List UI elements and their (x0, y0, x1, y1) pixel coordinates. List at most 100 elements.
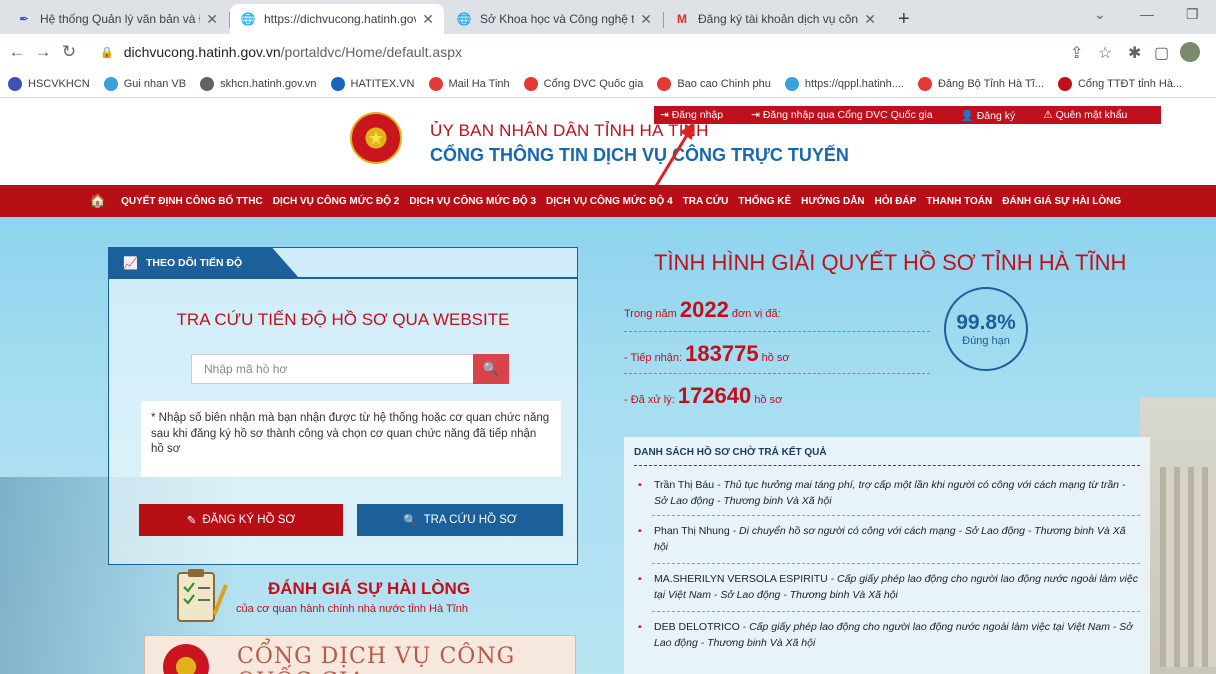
bookmark-item[interactable]: Bao cao Chinh phu (657, 76, 771, 91)
profile-avatar-icon[interactable] (1180, 42, 1200, 62)
bookmark-item[interactable]: https://qppl.hatinh.... (784, 76, 904, 91)
main-nav-item[interactable]: ĐÁNH GIÁ SỰ HÀI LÒNG (1002, 196, 1121, 207)
login-national-label: Đăng nhập qua Cổng DVC Quốc gia (762, 109, 933, 121)
stats-received-line: - Tiếp nhận: 183775 hồ sơ (624, 341, 790, 367)
tracking-panel-divider (109, 277, 577, 279)
browser-tab[interactable]: ✒ Hệ thống Quản lý văn bản và Điề ✕ (6, 4, 228, 34)
close-tab-icon[interactable]: ✕ (864, 11, 876, 28)
national-portal-title: CỔNG DỊCH VỤ CÔNG QUỐC GIA (237, 644, 516, 674)
processed-unit: hồ sơ (754, 394, 783, 406)
bookmark-label: HSCVKHCN (28, 77, 90, 90)
tab-search-icon[interactable]: ⌄ (1094, 6, 1106, 23)
register-record-label: ĐĂNG KÝ HỒ SƠ (202, 514, 296, 526)
register-link[interactable]: 👤 Đăng ký (961, 109, 1030, 122)
main-nav-item[interactable]: HƯỚNG DẪN (801, 196, 865, 207)
main-nav-item[interactable]: HỎI ĐÁP (875, 196, 917, 207)
search-icon: 🔍 (482, 361, 500, 376)
bookmark-item[interactable]: skhcn.hatinh.gov.vn (200, 76, 317, 91)
search-button[interactable]: 🔍 (473, 354, 509, 384)
stats-heading: TÌNH HÌNH GIẢI QUYẾT HỒ SƠ TỈNH HÀ TĨNH (654, 250, 1127, 275)
tab-title: Sở Khoa học và Công nghệ tỉnh H (480, 12, 635, 26)
bookmark-star-icon[interactable]: ☆ (1098, 43, 1112, 63)
close-tab-icon[interactable]: ✕ (206, 11, 218, 28)
national-dvc-portal-banner[interactable]: CỔNG DỊCH VỤ CÔNG QUỐC GIA (144, 635, 576, 674)
main-nav-item[interactable]: THỐNG KÊ (738, 196, 791, 207)
results-title-divider (634, 465, 1140, 466)
satisfaction-survey-banner[interactable]: ĐÁNH GIÁ SỰ HÀI LÒNG của cơ quan hành ch… (170, 565, 570, 635)
back-icon[interactable]: ← (4, 42, 30, 62)
address-bar[interactable]: 🔒 dichvucong.hatinh.gov.vn /portaldvc/Ho… (100, 37, 1060, 67)
national-emblem-logo (163, 644, 209, 674)
close-tab-icon[interactable]: ✕ (422, 11, 434, 28)
list-item[interactable]: • MA.SHERILYN VERSOLA ESPIRITU - Cấp giấy… (638, 571, 1138, 604)
national-emblem-logo[interactable]: ★ (350, 112, 402, 164)
bookmark-item[interactable]: HATITEX.VN (330, 76, 415, 91)
register-record-button[interactable]: ✎ ĐĂNG KÝ HỒ SƠ (139, 504, 343, 536)
processed-count: 172640 (677, 383, 752, 408)
minimize-icon[interactable]: — (1140, 6, 1154, 22)
main-nav-item[interactable]: DỊCH VỤ CÔNG MỨC ĐỘ 3 (409, 196, 536, 207)
tracking-panel-tab[interactable]: 📈 THEO DÕI TIẾN ĐỘ (109, 248, 299, 278)
feather-icon: ✒ (18, 12, 30, 26)
year-suffix: đơn vị đã: (731, 308, 781, 320)
list-divider (652, 515, 1140, 516)
main-nav-item[interactable]: DỊCH VỤ CÔNG MỨC ĐỘ 2 (273, 196, 400, 207)
browser-tab-active[interactable]: 🌐 https://dichvucong.hatinh.gov.vn ✕ (230, 4, 444, 34)
red-arrow-annotation (654, 122, 694, 187)
browser-tab[interactable]: 🌐 Sở Khoa học và Công nghệ tỉnh H ✕ (446, 4, 662, 34)
bookmark-favicon-icon (917, 76, 932, 91)
dotted-divider (624, 331, 930, 332)
reload-icon[interactable]: ↻ (56, 42, 82, 62)
browser-tab[interactable]: M Đăng ký tài khoản dịch vụ công t ✕ (664, 4, 886, 34)
forward-icon[interactable]: → (30, 42, 56, 62)
home-icon[interactable]: 🏠 (90, 193, 106, 209)
main-nav-item[interactable]: THANH TOÁN (926, 196, 992, 207)
stats-processed-line: - Đã xử lý: 172640 hồ sơ (624, 383, 782, 409)
bookmark-item[interactable]: Cổng TTĐT tỉnh Hà... (1057, 76, 1183, 91)
bullet-icon: • (638, 479, 642, 491)
bullet-icon: • (638, 573, 642, 585)
main-nav-item[interactable]: QUYẾT ĐỊNH CÔNG BỐ TTHC (121, 196, 263, 207)
main-nav-item[interactable]: TRA CỨU (683, 196, 729, 207)
stats-year-line: Trong năm 2022 đơn vị đã: (624, 297, 781, 323)
tracking-title: TRA CỨU TIẾN ĐỘ HỒ SƠ QUA WEBSITE (176, 310, 510, 329)
url-domain: dichvucong.hatinh.gov.vn (123, 44, 281, 60)
on-time-rate-badge: 99.8% Đúng hạn (944, 287, 1028, 371)
received-count: 183775 (685, 341, 759, 366)
list-item[interactable]: • Trần Thị Báu - Thủ tục hưởng mai táng p… (638, 477, 1138, 510)
applicant-name: DEB DELOTRICO (654, 621, 740, 633)
survey-title: ĐÁNH GIÁ SỰ HÀI LÒNG (268, 579, 471, 598)
side-panel-icon[interactable]: ▢ (1154, 43, 1169, 63)
bookmark-item[interactable]: HSCVKHCN (8, 76, 90, 91)
new-tab-icon[interactable]: + (898, 8, 910, 31)
list-divider (652, 563, 1140, 564)
bookmark-label: Cổng TTĐT tỉnh Hà... (1077, 77, 1183, 90)
restore-icon[interactable]: ❐ (1186, 6, 1199, 23)
clipboard-checklist-icon (177, 569, 228, 622)
main-nav-item[interactable]: DỊCH VỤ CÔNG MỨC ĐỘ 4 (546, 196, 673, 207)
lookup-record-button[interactable]: 🔍 TRA CỨU HỒ SƠ (357, 504, 563, 536)
share-icon[interactable]: ⇪ (1070, 43, 1083, 63)
forgot-label: Quên mật khẩu (1055, 109, 1128, 121)
list-item[interactable]: • Phan Thị Nhung - Di chuyển hồ sơ người … (638, 523, 1138, 556)
forgot-password-link[interactable]: ⚠ Quên mật khẩu (1043, 109, 1141, 121)
browser-tab-bar: ✒ Hệ thống Quản lý văn bản và Điề ✕ 🌐 ht… (0, 0, 1216, 34)
site-title-line2: CỔNG THÔNG TIN DỊCH VỤ CÔNG TRỰC TUYẾN (430, 145, 849, 165)
bookmark-item[interactable]: Cổng DVC Quốc gia (523, 76, 644, 91)
applicant-name: MA.SHERILYN VERSOLA ESPIRITU (654, 573, 828, 585)
bookmark-item[interactable]: Đảng Bộ Tỉnh Hà Tĩ... (917, 76, 1044, 91)
register-label: Đăng ký (976, 109, 1016, 122)
extensions-icon[interactable]: ✱ (1128, 43, 1141, 63)
close-tab-icon[interactable]: ✕ (640, 11, 652, 28)
bookmark-item[interactable]: Mail Ha Tinh (428, 76, 510, 91)
lock-icon[interactable]: 🔒 (100, 46, 114, 59)
bookmark-item[interactable]: Gui nhan VB (103, 76, 186, 91)
search-icon: 🔍 (403, 515, 418, 527)
login-national-link[interactable]: ⇥ Đăng nhập qua Cổng DVC Quốc gia (751, 109, 947, 121)
bookmark-label: Cổng DVC Quốc gia (543, 77, 644, 90)
list-item[interactable]: • DEB DELOTRICO - Cấp giấy phép lao động … (638, 619, 1138, 652)
record-code-input[interactable]: Nhập mã hồ hơ (191, 354, 475, 384)
applicant-name: Trần Thị Báu (654, 479, 715, 491)
lookup-record-label: TRA CỨU HỒ SƠ (423, 514, 517, 526)
received-unit: hồ sơ (761, 352, 790, 364)
